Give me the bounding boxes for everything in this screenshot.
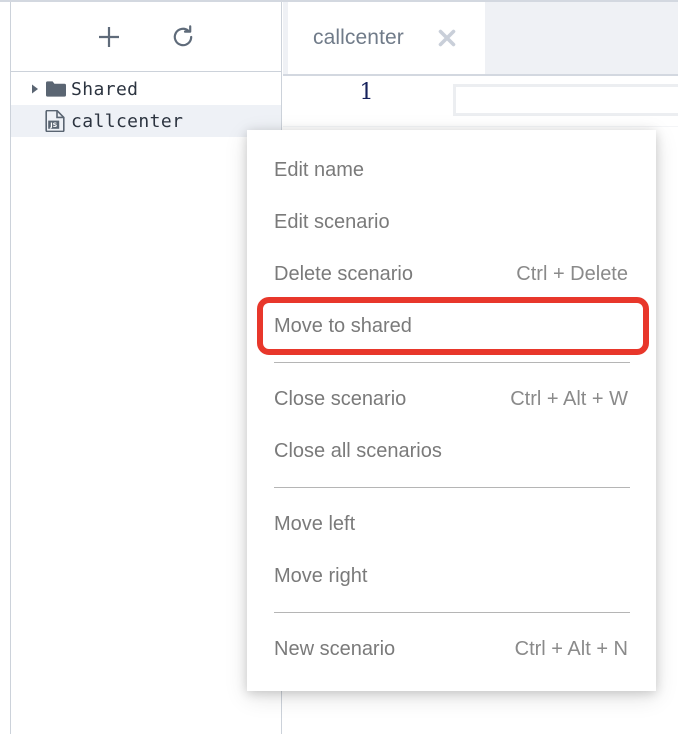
plus-icon	[96, 24, 122, 50]
menu-item-new-scenario[interactable]: New scenario Ctrl + Alt + N	[247, 623, 656, 675]
tab-callcenter[interactable]: callcenter	[288, 2, 485, 74]
menu-item-shortcut: Ctrl + Delete	[516, 262, 628, 285]
menu-item-label: Move left	[274, 512, 356, 535]
scenario-context-menu: Edit name Edit scenario Delete scenario …	[247, 130, 656, 691]
menu-item-label: Delete scenario	[274, 262, 413, 285]
caret-right-icon[interactable]	[27, 81, 43, 97]
sidebar-item-label: callcenter	[71, 110, 184, 132]
sidebar-toolbar	[11, 2, 281, 72]
tab-label: callcenter	[313, 26, 404, 49]
sidebar-item-label: Shared	[71, 78, 139, 100]
add-scenario-button[interactable]	[94, 22, 124, 52]
svg-text:JS: JS	[49, 121, 57, 129]
sidebar-item-callcenter[interactable]: JS callcenter	[11, 105, 281, 137]
menu-separator	[274, 612, 630, 613]
scenario-sidebar: Shared JS callcenter	[10, 2, 282, 734]
editor-divider	[283, 126, 678, 127]
menu-item-label: Edit name	[274, 158, 365, 181]
menu-item-move-right[interactable]: Move right	[247, 550, 656, 602]
menu-item-delete-scenario[interactable]: Delete scenario Ctrl + Delete	[247, 248, 656, 300]
menu-item-label: New scenario	[274, 637, 396, 660]
menu-separator	[274, 362, 630, 363]
menu-item-close-all-scenarios[interactable]: Close all scenarios	[247, 425, 656, 477]
menu-item-label: Close scenario	[274, 387, 407, 410]
sidebar-item-shared[interactable]: Shared	[11, 73, 281, 105]
menu-item-move-left[interactable]: Move left	[247, 498, 656, 550]
editor-gutter: 1	[283, 76, 450, 126]
folder-icon	[45, 79, 71, 99]
line-number: 1	[359, 80, 374, 105]
menu-item-label: Edit scenario	[274, 210, 390, 233]
menu-item-shortcut: Ctrl + Alt + W	[510, 387, 628, 410]
menu-item-label: Close all scenarios	[274, 439, 442, 462]
close-icon[interactable]	[432, 23, 462, 53]
menu-item-edit-scenario[interactable]: Edit scenario	[247, 196, 656, 248]
menu-item-edit-name[interactable]: Edit name	[247, 144, 656, 196]
app-window: Shared JS callcenter callcenter 1 Edit n…	[0, 0, 678, 734]
scenario-tree: Shared JS callcenter	[11, 73, 281, 137]
menu-item-shortcut: Ctrl + Alt + N	[514, 637, 628, 660]
menu-item-label: Move to shared	[274, 314, 412, 337]
refresh-button[interactable]	[168, 22, 198, 52]
menu-item-move-to-shared[interactable]: Move to shared	[257, 297, 649, 355]
refresh-icon	[170, 24, 196, 50]
code-input[interactable]	[453, 84, 678, 116]
js-file-icon: JS	[45, 110, 71, 132]
menu-item-label: Move right	[274, 564, 368, 587]
menu-separator	[274, 487, 630, 488]
tab-bar: callcenter	[283, 2, 678, 76]
menu-item-close-scenario[interactable]: Close scenario Ctrl + Alt + W	[247, 373, 656, 425]
